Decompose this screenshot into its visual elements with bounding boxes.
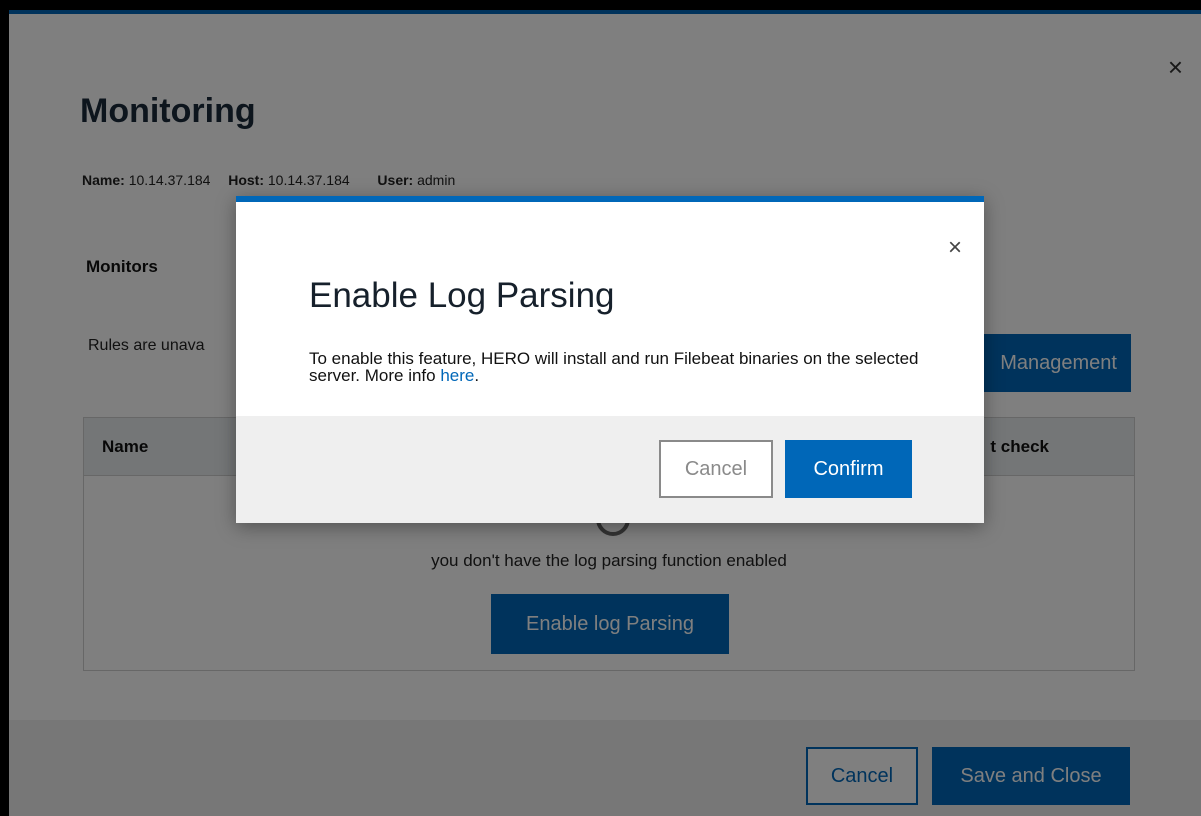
enable-log-parsing-dialog: × Enable Log Parsing To enable this feat…: [236, 196, 984, 523]
dialog-footer: Cancel Confirm: [236, 416, 984, 523]
dialog-message-text: To enable this feature, HERO will instal…: [309, 349, 919, 385]
dialog-message: To enable this feature, HERO will instal…: [309, 350, 949, 384]
more-info-link[interactable]: here: [440, 366, 474, 385]
dialog-cancel-button[interactable]: Cancel: [659, 440, 773, 498]
dialog-message-suffix: .: [474, 366, 480, 385]
confirm-button[interactable]: Confirm: [785, 440, 912, 498]
dialog-title: Enable Log Parsing: [309, 276, 615, 315]
close-icon[interactable]: ×: [948, 236, 962, 260]
